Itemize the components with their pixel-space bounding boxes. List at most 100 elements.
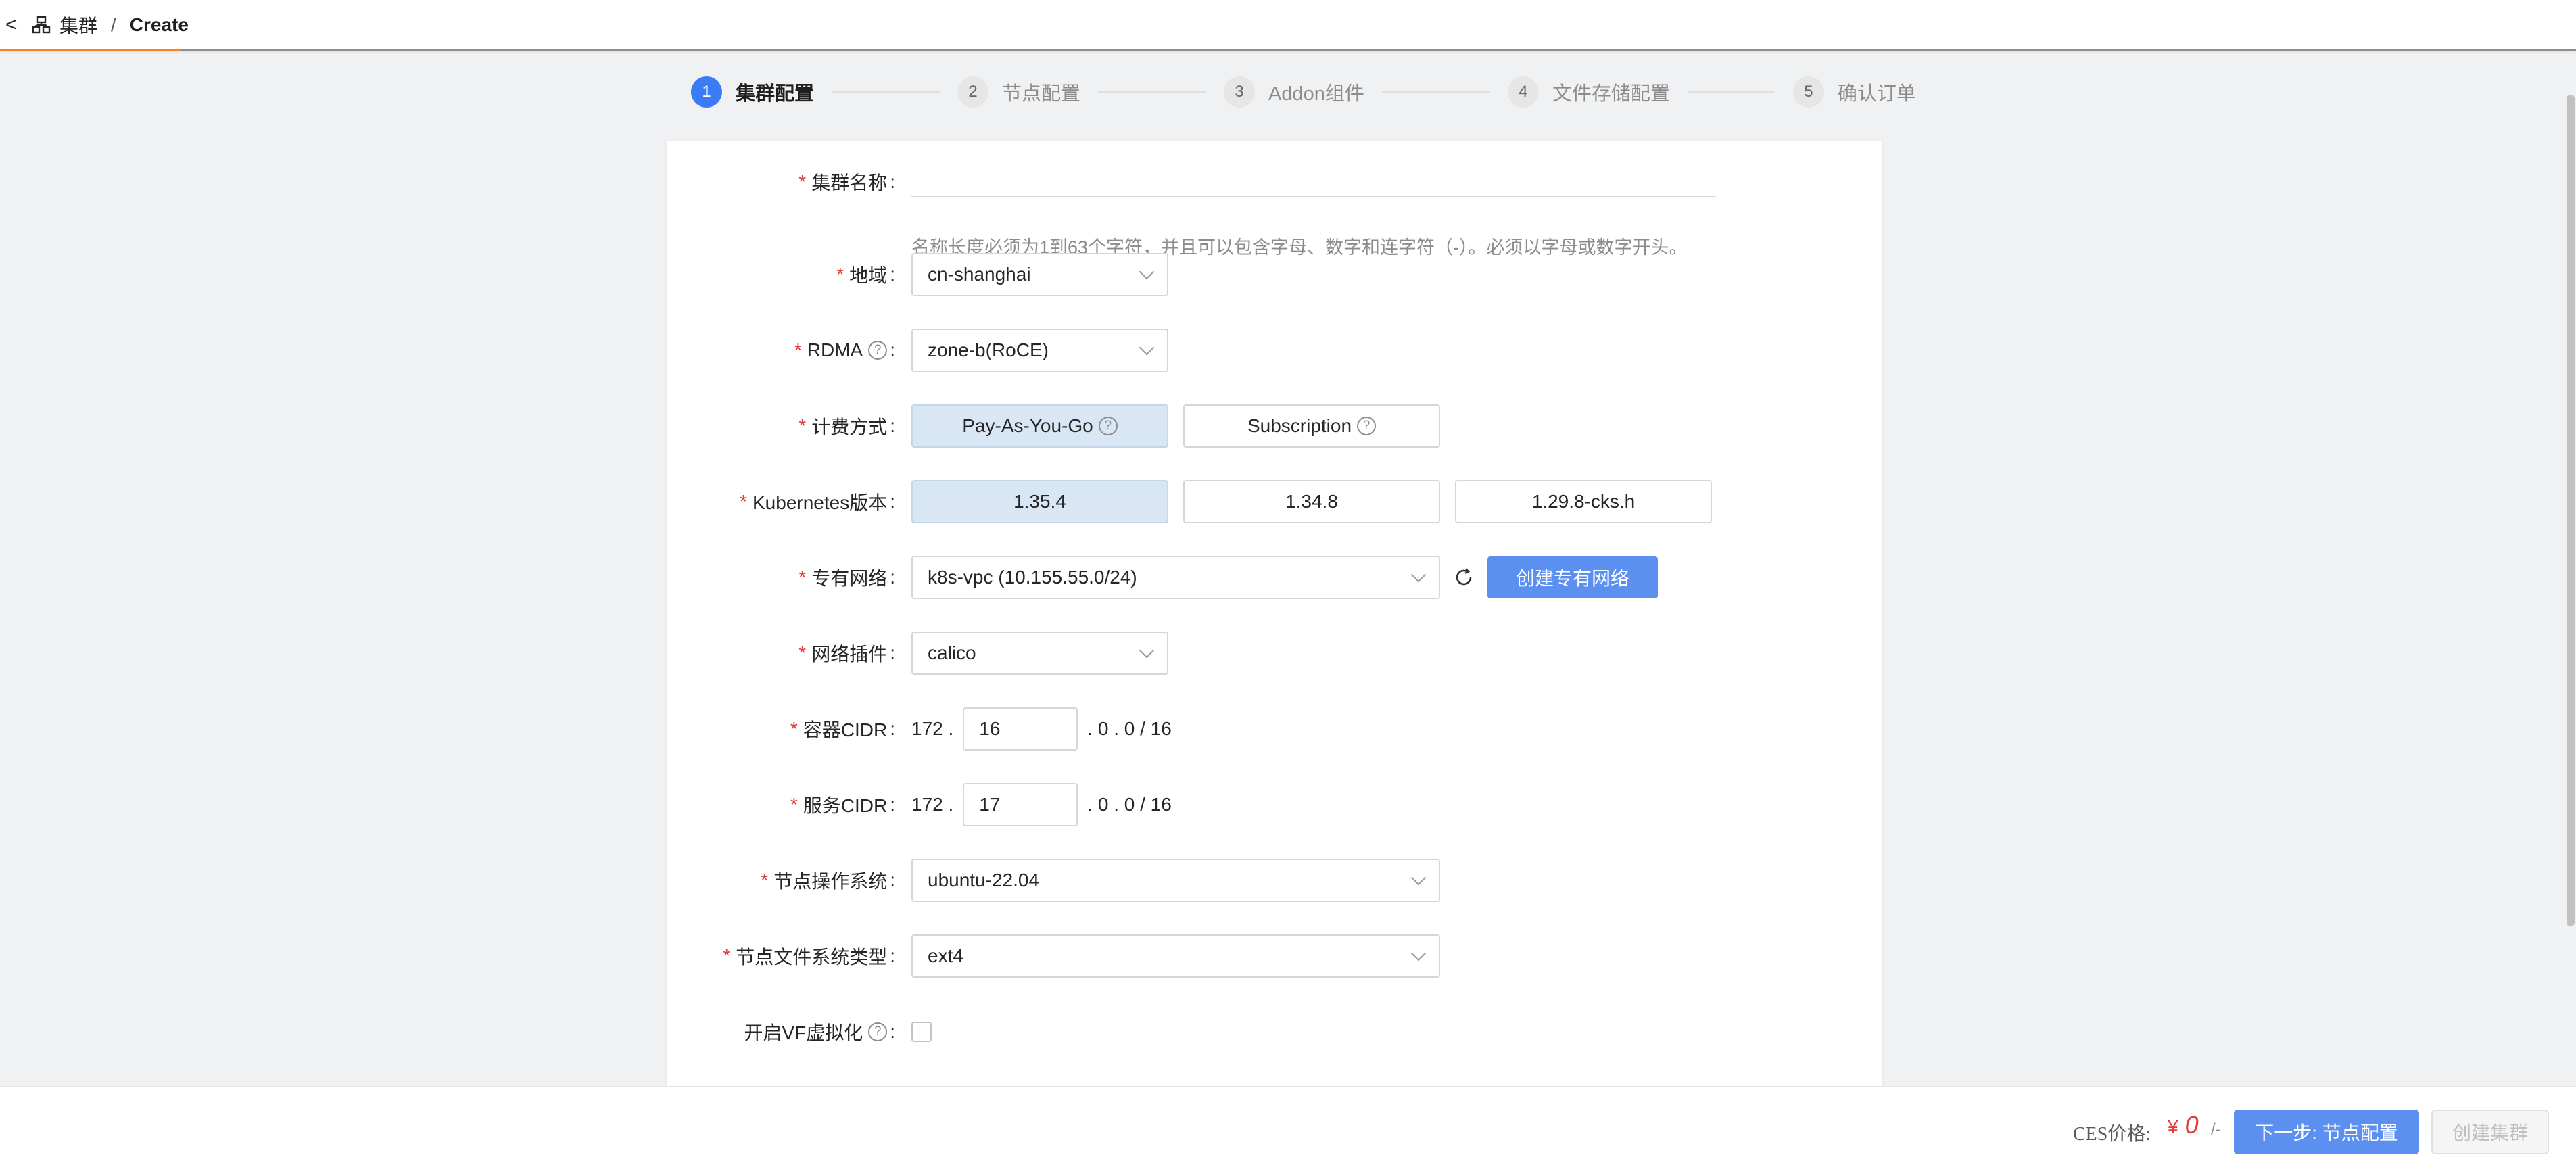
required-mark: * (723, 945, 731, 966)
row-service-cidr: * 服务CIDR: 172 . 17 . 0 . 0 / 16 (667, 783, 1882, 826)
node-os-value: ubuntu-22.04 (928, 870, 1040, 891)
row-network-plugin: * 网络插件: calico (667, 632, 1882, 675)
step-connector (1381, 91, 1490, 93)
row-pod-cidr: * 容器CIDR: 172 . 16 . 0 . 0 / 16 (667, 707, 1882, 751)
row-vf-virtualization: 开启VF虚拟化 ?: (667, 1010, 1882, 1053)
scrollbar-thumb[interactable] (2567, 95, 2575, 926)
rdma-select[interactable]: zone-b(RoCE) (911, 329, 1168, 372)
network-plugin-select[interactable]: calico (911, 632, 1168, 675)
price-unit: /- (2211, 1120, 2221, 1139)
chevron-down-icon (1139, 642, 1155, 659)
required-mark: * (798, 642, 807, 663)
k8s-version-option[interactable]: 1.35.4 (911, 480, 1168, 523)
chevron-down-icon (1410, 945, 1427, 962)
chevron-down-icon (1410, 870, 1427, 886)
label-text: 服务CIDR (803, 795, 888, 816)
billing-option-pay-as-you-go[interactable]: Pay-As-You-Go ? (911, 404, 1168, 448)
region-label: * 地域: (836, 253, 895, 296)
label-text: 开启VF虚拟化 (744, 1022, 863, 1043)
step-addon[interactable]: 3 Addon组件 (1224, 76, 1364, 108)
label-text: 集群名称 (811, 172, 888, 193)
step-node-config[interactable]: 2 节点配置 (957, 76, 1080, 108)
price-amount: 0 (2185, 1111, 2199, 1139)
vf-label: 开启VF虚拟化 ?: (744, 1010, 895, 1053)
top-header: < 集群 / Create (0, 0, 2576, 51)
help-icon[interactable]: ? (1357, 417, 1377, 435)
back-chevron-icon[interactable]: < (5, 14, 24, 37)
required-mark: * (790, 718, 798, 739)
k8s-version-label: * Kubernetes版本: (740, 480, 895, 523)
region-select[interactable]: cn-shanghai (911, 253, 1168, 296)
node-fs-select[interactable]: ext4 (911, 934, 1440, 978)
step-file-storage[interactable]: 4 文件存储配置 (1507, 76, 1670, 108)
breadcrumb-parent-link[interactable]: 集群 (59, 11, 97, 39)
cluster-form-card: * 集群名称: 名称长度必须为1到63个字符，并且可以包含字母、数字和连字符（-… (667, 141, 1882, 1087)
service-cidr-label: * 服务CIDR: (790, 783, 895, 826)
cidr-suffix: . 0 . 0 / 16 (1087, 718, 1172, 739)
step-number: 2 (957, 76, 989, 108)
pod-cidr-octet-input[interactable]: 16 (963, 707, 1078, 751)
next-step-button[interactable]: 下一步: 节点配置 (2234, 1110, 2419, 1154)
node-os-select[interactable]: ubuntu-22.04 (911, 859, 1440, 902)
help-icon[interactable]: ? (868, 1022, 888, 1041)
node-fs-value: ext4 (928, 945, 963, 966)
required-mark: * (798, 567, 807, 588)
breadcrumb-separator: / (111, 14, 116, 35)
cidr-prefix: 172 . (911, 794, 954, 815)
vf-virtualization-checkbox[interactable] (911, 1022, 932, 1042)
node-fs-label: * 节点文件系统类型: (723, 934, 895, 978)
row-region: * 地域: cn-shanghai (667, 253, 1882, 296)
chevron-down-icon (1139, 339, 1155, 356)
wizard-steps: 1 集群配置 2 节点配置 3 Addon组件 4 文件存储配置 5 确认订单 (691, 74, 1916, 110)
required-mark: * (798, 171, 807, 192)
rdma-value: zone-b(RoCE) (928, 339, 1049, 360)
label-text: RDMA (807, 339, 863, 360)
label-text: 网络插件 (811, 644, 888, 665)
vpc-label: * 专有网络: (798, 556, 895, 599)
cluster-icon (32, 16, 51, 33)
label-text: 计费方式 (811, 417, 888, 437)
step-number: 1 (691, 76, 722, 108)
price-label: CES价格: (2073, 1124, 2151, 1145)
label-text: 节点文件系统类型 (736, 947, 888, 968)
service-cidr-octet-input[interactable]: 17 (963, 783, 1078, 826)
row-rdma: * RDMA ?: zone-b(RoCE) (667, 329, 1882, 372)
page: < 集群 / Create 1 集群配置 2 节点配置 3 Addon组件 4 (0, 0, 2576, 1163)
step-label: 确认订单 (1837, 83, 1916, 105)
option-label: Subscription (1247, 415, 1352, 436)
step-cluster-config[interactable]: 1 集群配置 (691, 76, 814, 108)
vpc-select[interactable]: k8s-vpc (10.155.55.0/24) (911, 556, 1440, 599)
create-cluster-button[interactable]: 创建集群 (2431, 1110, 2549, 1154)
step-label: 集群配置 (736, 83, 815, 105)
create-vpc-button[interactable]: 创建专有网络 (1487, 556, 1658, 598)
row-node-fs: * 节点文件系统类型: ext4 (667, 934, 1882, 978)
required-mark: * (790, 794, 798, 815)
row-cluster-name: * 集群名称: 名称长度必须为1到63个字符，并且可以包含字母、数字和连字符（-… (667, 166, 1882, 258)
step-connector (1098, 91, 1207, 93)
help-icon[interactable]: ? (1098, 417, 1118, 435)
step-number: 5 (1792, 76, 1824, 108)
refresh-icon[interactable] (1452, 566, 1475, 589)
required-mark: * (794, 339, 802, 360)
bottom-action-bar: CES价格: ¥ 0 /- 下一步: 节点配置 创建集群 (0, 1086, 2576, 1163)
step-connector (832, 91, 940, 93)
label-text: 节点操作系统 (773, 871, 888, 892)
step-confirm-order[interactable]: 5 确认订单 (1792, 76, 1916, 108)
chevron-down-icon (1139, 264, 1155, 280)
label-text: 地域 (849, 265, 888, 286)
step-number: 3 (1224, 76, 1256, 108)
required-mark: * (740, 491, 747, 512)
vpc-value: k8s-vpc (10.155.55.0/24) (928, 567, 1137, 588)
help-icon[interactable]: ? (868, 341, 888, 360)
billing-option-subscription[interactable]: Subscription ? (1183, 404, 1440, 448)
required-mark: * (836, 264, 844, 285)
cluster-name-input[interactable] (911, 166, 1716, 197)
k8s-version-option[interactable]: 1.29.8-cks.h (1455, 480, 1712, 523)
k8s-version-option[interactable]: 1.34.8 (1183, 480, 1440, 523)
row-node-os: * 节点操作系统: ubuntu-22.04 (667, 859, 1882, 902)
currency-symbol: ¥ (2168, 1116, 2178, 1137)
cidr-suffix: . 0 . 0 / 16 (1087, 794, 1172, 815)
rdma-label: * RDMA ?: (794, 339, 895, 360)
label-text: 容器CIDR (803, 719, 888, 740)
network-plugin-value: calico (928, 642, 976, 663)
